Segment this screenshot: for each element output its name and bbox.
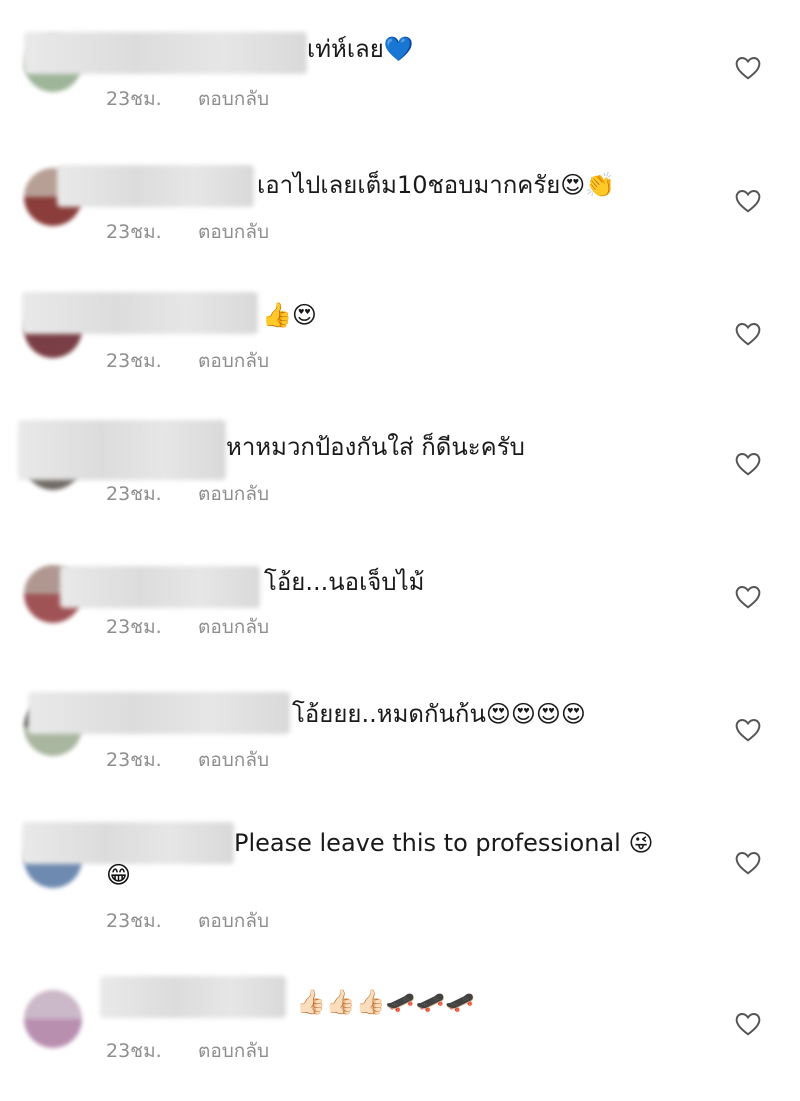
reply-button[interactable]: ตอบกลับ [198, 217, 269, 247]
heart-outline-icon[interactable] [735, 585, 761, 609]
comment-meta: 23ชม. ตอบกลับ [106, 479, 269, 509]
comment-text: เอาไปเลยเต็ม10ชอบมากครัย😍👏 [257, 171, 616, 199]
comment-time: 23ชม. [106, 221, 162, 243]
avatar[interactable] [24, 990, 82, 1048]
heart-outline-icon[interactable] [735, 718, 761, 742]
reply-button[interactable]: ตอบกลับ [198, 84, 269, 114]
comment-text: หาหมวกป้องกันใส่ ก็ดีนะครับ [226, 433, 525, 461]
username-blurred[interactable] [28, 692, 290, 734]
comment-meta: 23ชม. ตอบกลับ [106, 612, 269, 642]
comment-time: 23ชม. [106, 616, 162, 638]
comment-time: 23ชม. [106, 910, 162, 932]
comment-text: โอ้ย...นอเจ็บไม้ [264, 568, 425, 596]
comment-meta: 23ชม. ตอบกลับ [106, 346, 269, 376]
username-blurred[interactable] [60, 566, 260, 608]
heart-outline-icon[interactable] [735, 189, 761, 213]
heart-outline-icon[interactable] [735, 851, 761, 875]
heart-outline-icon[interactable] [735, 56, 761, 80]
comment-meta: 23ชม. ตอบกลับ [106, 84, 269, 114]
comment-time: 23ชม. [106, 350, 162, 372]
comment-text: Please leave this to professional 😜 [234, 829, 654, 857]
username-blurred[interactable] [57, 165, 254, 207]
comment-meta: 23ชม. ตอบกลับ [106, 217, 269, 247]
comment-time: 23ชม. [106, 1040, 162, 1062]
comment-text-line2: 😁 [106, 861, 132, 889]
comment-time: 23ชม. [106, 88, 162, 110]
reply-button[interactable]: ตอบกลับ [198, 745, 269, 775]
comment-time: 23ชม. [106, 483, 162, 505]
username-blurred[interactable] [24, 32, 307, 74]
reply-button[interactable]: ตอบกลับ [198, 612, 269, 642]
reply-button[interactable]: ตอบกลับ [198, 1036, 269, 1066]
comment-text: เท่ห์เลย💙 [307, 35, 414, 63]
comment-meta: 23ชม. ตอบกลับ [106, 745, 269, 775]
username-blurred[interactable] [18, 420, 226, 480]
username-blurred[interactable] [22, 292, 258, 334]
comment-text: 👍🏻👍🏻👍🏻🛹🛹🛹 [296, 988, 476, 1016]
reply-button[interactable]: ตอบกลับ [198, 346, 269, 376]
heart-outline-icon[interactable] [735, 1012, 761, 1036]
comment-meta: 23ชม. ตอบกลับ [106, 1036, 269, 1066]
reply-button[interactable]: ตอบกลับ [198, 906, 269, 936]
comment-text: 👍😍 [262, 301, 317, 329]
heart-outline-icon[interactable] [735, 322, 761, 346]
reply-button[interactable]: ตอบกลับ [198, 479, 269, 509]
heart-outline-icon[interactable] [735, 452, 761, 476]
username-blurred[interactable] [100, 976, 286, 1018]
comment-time: 23ชม. [106, 749, 162, 771]
comment-text: โอ้ยยย..หมดกันก้น😍😍😍😍 [292, 700, 586, 728]
comment-meta: 23ชม. ตอบกลับ [106, 906, 269, 936]
